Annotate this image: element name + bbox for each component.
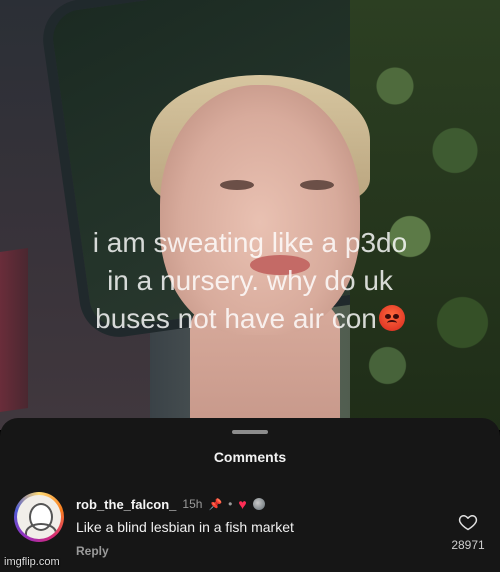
person-eye-right [300, 180, 334, 190]
caption-line-1: i am sweating like a p3do [92, 227, 408, 258]
comments-title: Comments [213, 449, 287, 465]
comments-sheet: Comments rob_the_falcon_ 15h 📌 • ♥ Like … [0, 418, 500, 572]
heart-icon: ♥ [238, 496, 247, 512]
video-caption: i am sweating like a p3do in a nursery. … [0, 224, 500, 338]
like-count: 28971 [451, 538, 485, 552]
like-heart-outline-icon[interactable] [458, 512, 478, 532]
caption-line-2: in a nursery. why do uk [107, 265, 393, 296]
watermark: imgflip.com [4, 556, 60, 568]
window-trees [350, 0, 500, 430]
caption-line-3-text: buses not have air con [95, 303, 377, 334]
commenter-avatar[interactable] [14, 492, 64, 542]
creator-avatar-icon [252, 498, 265, 510]
comment-meta: rob_the_falcon_ 15h 📌 • ♥ [76, 496, 265, 512]
pin-icon: 📌 [208, 498, 223, 511]
caption-line-3: buses not have air con [0, 300, 500, 338]
reply-button[interactable]: Reply [76, 544, 109, 558]
sheet-drag-handle[interactable] [232, 430, 268, 434]
angry-face-icon [378, 304, 405, 331]
comment-text: Like a blind lesbian in a fish market [76, 519, 294, 535]
avatar-image [17, 495, 61, 539]
comment-time: 15h [182, 497, 203, 511]
comment-username[interactable]: rob_the_falcon_ [76, 497, 176, 512]
meta-separator: • [228, 497, 233, 511]
video-frame[interactable]: i am sweating like a p3do in a nursery. … [0, 0, 500, 430]
person-eye-left [220, 180, 254, 190]
